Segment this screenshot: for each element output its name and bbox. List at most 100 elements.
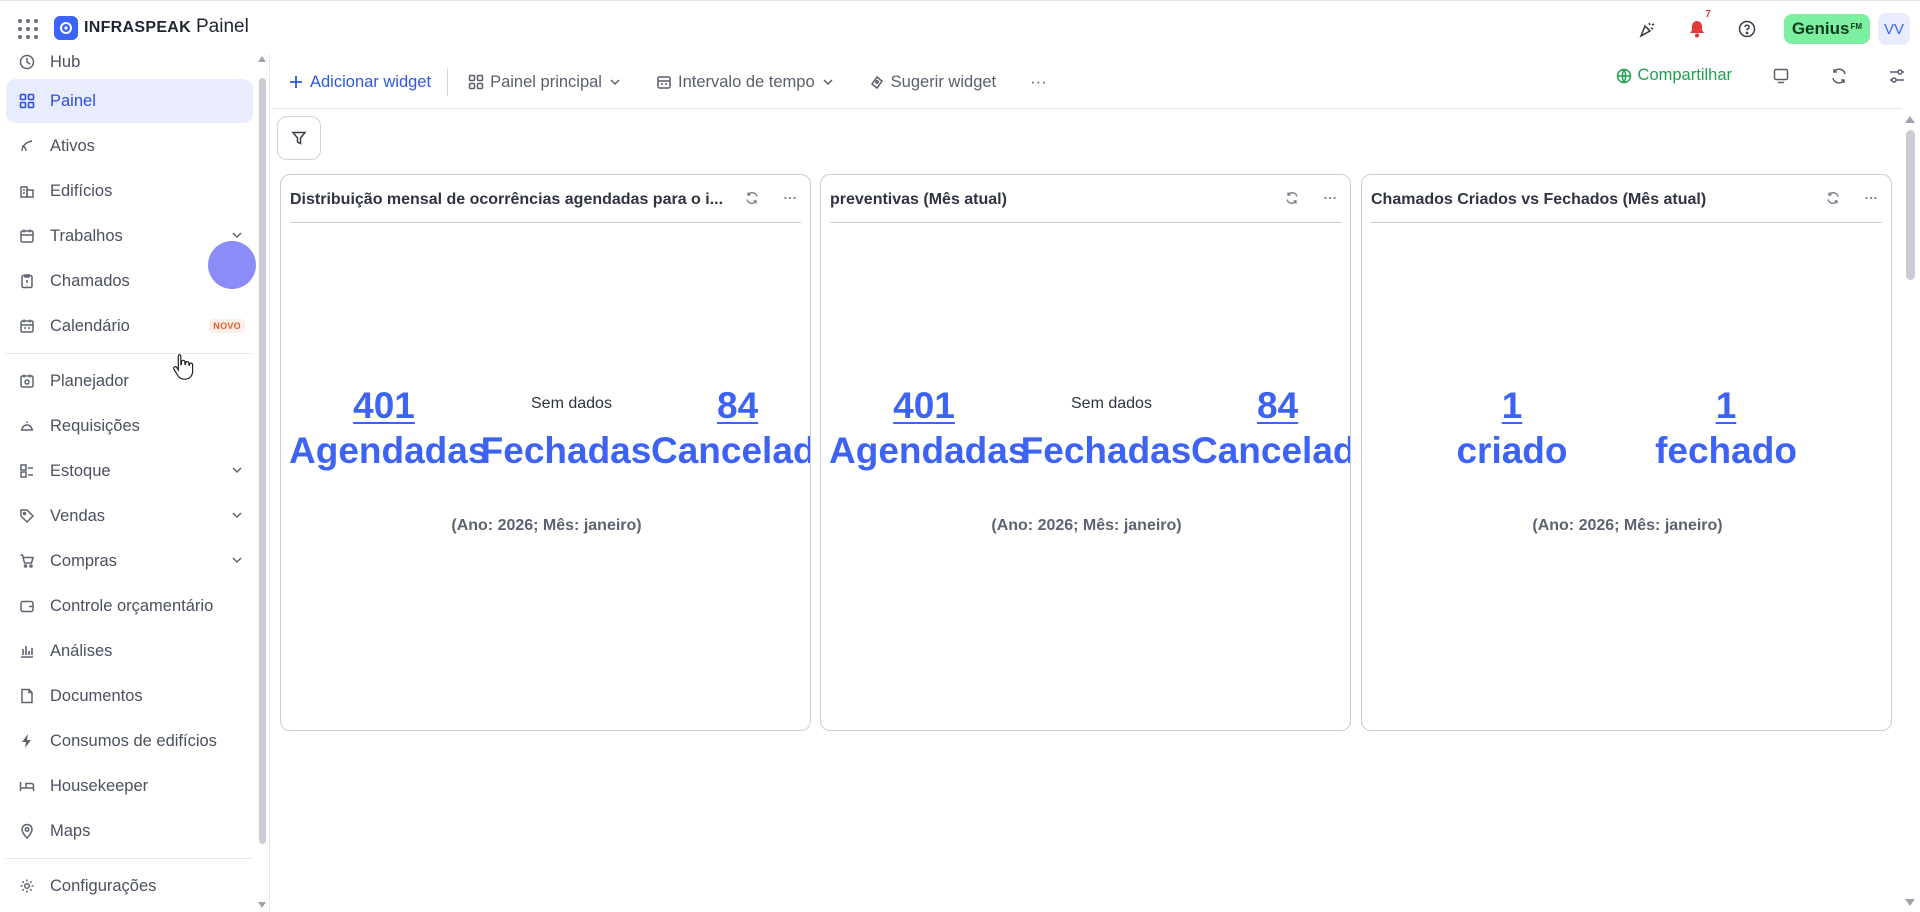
sidebar-item-label: Estoque	[50, 461, 111, 480]
calendar-check-icon	[18, 227, 36, 245]
sidebar-item-housekeeper[interactable]: Housekeeper	[6, 764, 253, 808]
kpi-cancelled[interactable]: 84 Cancelad	[1191, 383, 1351, 473]
kpi-label: Cancelad	[651, 430, 811, 471]
widget-actions	[743, 189, 799, 207]
kpi-label: Fechadas	[480, 430, 652, 471]
sidebar-item-compras[interactable]: Compras	[6, 539, 253, 583]
main-scrollbar[interactable]	[1906, 130, 1915, 280]
main-panel-dropdown[interactable]: Painel principal	[468, 73, 622, 92]
kpi-value[interactable]: 1	[1646, 383, 1806, 428]
buildings-icon	[18, 182, 36, 200]
sidebar-item-estoque[interactable]: Estoque	[6, 449, 253, 493]
share-button[interactable]: Compartilhar	[1616, 66, 1732, 85]
kpi-value[interactable]: 84	[651, 383, 810, 428]
sidebar-item-label: Controle orçamentário	[50, 596, 214, 615]
kpi-scheduled[interactable]: 401 Agendadas	[829, 383, 1028, 473]
new-badge: NOVO	[209, 319, 245, 333]
sidebar-item-vendas[interactable]: Vendas	[6, 494, 253, 538]
widget-refresh-icon[interactable]	[743, 189, 761, 207]
kpi-cancelled[interactable]: 84 Cancelad	[651, 383, 811, 473]
sidebar-scrollbar[interactable]	[259, 78, 266, 844]
more-options-button[interactable]: ···	[1030, 73, 1046, 92]
calendar-icon	[18, 317, 36, 335]
sidebar-scroll-up[interactable]	[258, 56, 266, 62]
share-label: Compartilhar	[1637, 66, 1732, 84]
kpi-closed: Fechadas	[476, 428, 656, 473]
notifications-bell-icon[interactable]: 7	[1684, 9, 1711, 42]
add-widget-button[interactable]: Adicionar widget	[288, 73, 431, 92]
widget-more-icon[interactable]	[1321, 189, 1339, 207]
sidebar-item-documentos[interactable]: Documentos	[6, 674, 253, 718]
kpi-created[interactable]: 1 criado	[1432, 383, 1592, 473]
plus-icon	[290, 76, 302, 88]
genius-fm-button[interactable]: Genius FM	[1783, 14, 1870, 44]
settings-sliders-icon[interactable]	[1888, 67, 1906, 85]
sidebar-item-planejador[interactable]: Planejador	[6, 359, 253, 403]
fullscreen-monitor-icon[interactable]	[1772, 67, 1790, 85]
top-right-actions: 7 Genius FM VV	[1634, 9, 1910, 45]
widget-title: Chamados Criados vs Fechados (Mês atual)	[1371, 191, 1707, 208]
celebration-icon[interactable]	[1634, 16, 1660, 42]
brand-logo[interactable]: INFRASPEAK	[54, 16, 191, 40]
widget-header: Distribuição mensal de ocorrências agend…	[290, 189, 801, 223]
sidebar-item-controle-orcamentario[interactable]: Controle orçamentário	[6, 584, 253, 628]
widget-more-icon[interactable]	[781, 189, 799, 207]
sidebar-item-painel[interactable]: Painel	[6, 79, 253, 123]
sidebar-item-consumos[interactable]: Consumos de edifícios	[6, 719, 253, 763]
user-avatar[interactable]: VV	[1878, 13, 1910, 45]
sidebar-item-hub[interactable]: Hub	[6, 40, 253, 84]
refresh-icon[interactable]	[1830, 67, 1848, 85]
sidebar-item-label: Housekeeper	[50, 776, 149, 795]
suggest-widget-button[interactable]: Sugerir widget	[869, 73, 996, 92]
kpi-scheduled[interactable]: 401 Agendadas	[289, 383, 488, 473]
kpi-closed[interactable]: 1 fechado	[1646, 383, 1806, 473]
chevron-down-icon[interactable]	[231, 229, 243, 241]
chevron-down-icon[interactable]	[231, 554, 243, 566]
widget-title: preventivas (Mês atual)	[830, 191, 1007, 208]
filter-button[interactable]	[277, 116, 321, 160]
widget-header: preventivas (Mês atual)	[830, 189, 1341, 223]
sidebar-item-requisicoes[interactable]: Requisições	[6, 404, 253, 448]
lightning-icon	[18, 732, 36, 750]
chevron-down-icon[interactable]	[231, 464, 243, 476]
sidebar-item-label: Calendário	[50, 316, 130, 335]
sidebar-item-calendario[interactable]: Calendário NOVO	[6, 304, 253, 348]
sidebar-item-analises[interactable]: Análises	[6, 629, 253, 673]
sidebar-item-label: Edifícios	[50, 181, 113, 200]
kpi-label: Cancelad	[1191, 430, 1351, 471]
sidebar-item-ativos[interactable]: Ativos	[6, 124, 253, 168]
widget-refresh-icon[interactable]	[1283, 189, 1301, 207]
dashboard-icon	[468, 74, 484, 90]
widget-more-icon[interactable]	[1862, 189, 1880, 207]
kpi-value[interactable]: 401	[289, 383, 479, 428]
sidebar-scroll-down[interactable]	[258, 902, 266, 908]
time-interval-dropdown[interactable]: Intervalo de tempo	[656, 73, 835, 92]
sidebar-item-label: Vendas	[50, 506, 106, 525]
more-options-icon: ···	[1030, 72, 1047, 91]
kpi-value[interactable]: 84	[1191, 383, 1350, 428]
main-scroll-down[interactable]	[1905, 899, 1915, 906]
main-divider	[269, 54, 270, 912]
sidebar-item-configuracoes[interactable]: Configurações	[6, 864, 253, 908]
sidebar-divider	[6, 353, 253, 354]
chevron-down-icon[interactable]	[231, 509, 243, 521]
globe-icon	[1616, 68, 1631, 83]
widget-refresh-icon[interactable]	[1824, 189, 1842, 207]
kpi-value[interactable]: 1	[1432, 383, 1592, 428]
kpi-value[interactable]: 401	[829, 383, 1019, 428]
no-data-text: Sem dados	[531, 395, 612, 412]
help-icon[interactable]	[1734, 16, 1760, 42]
sidebar-item-maps[interactable]: Maps	[6, 809, 253, 853]
content-divider	[272, 108, 1902, 109]
map-pin-icon	[18, 822, 36, 840]
main-scroll-up[interactable]	[1905, 116, 1915, 123]
app-launcher-icon[interactable]	[16, 17, 38, 39]
kpi-label: Fechadas	[1020, 430, 1192, 471]
sidebar-item-label: Documentos	[50, 686, 143, 705]
sidebar-item-label: Chamados	[50, 271, 130, 290]
period-text: (Ano: 2026; Mês: janeiro)	[451, 517, 642, 534]
sidebar-item-edificios[interactable]: Edifícios	[6, 169, 253, 213]
sidebar-divider	[6, 858, 253, 859]
assets-icon	[18, 137, 36, 155]
brand-name: INFRASPEAK	[84, 19, 192, 36]
